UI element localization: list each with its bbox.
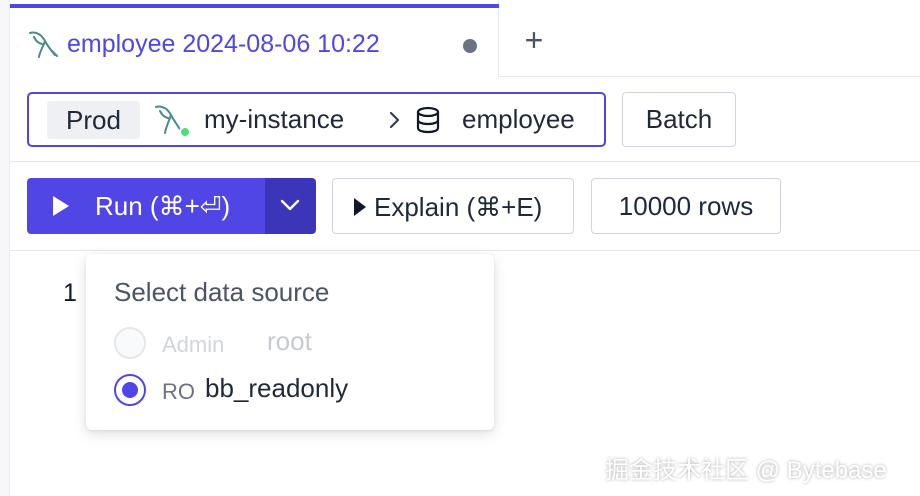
run-label: Run (⌘+⏎) <box>95 191 231 221</box>
data-source-name: root <box>267 326 312 356</box>
explain-button[interactable]: Explain (⌘+E) <box>332 178 574 234</box>
run-options-dropdown-button[interactable] <box>265 178 316 234</box>
connection-selector[interactable]: Prod my-instance employee <box>27 92 606 147</box>
add-tab-button[interactable]: + <box>519 23 549 57</box>
database-icon <box>416 106 440 134</box>
mysql-dolphin-icon <box>29 31 58 58</box>
data-source-type: RO <box>162 379 195 404</box>
instance-name: my-instance <box>204 104 345 134</box>
data-source-type: Admin <box>162 332 225 357</box>
context-bar: Prod my-instance employee Batch <box>10 78 920 162</box>
data-source-option-admin[interactable]: Admin root <box>112 323 472 363</box>
watermark: 掘金技术社区 @ Bytebase <box>605 457 887 484</box>
play-icon <box>354 198 366 216</box>
query-toolbar: Run (⌘+⏎) Explain (⌘+E) 10000 rows <box>10 163 920 251</box>
tab-title: employee 2024-08-06 10:22 <box>67 30 380 58</box>
data-source-menu: Select data source Admin root RO bb_read… <box>86 254 494 430</box>
environment-badge: Prod <box>47 101 140 139</box>
radio-icon[interactable] <box>114 327 146 359</box>
data-source-option-readonly[interactable]: RO bb_readonly <box>112 370 472 410</box>
tab-bar: employee 2024-08-06 10:22 + <box>10 0 920 77</box>
radio-selected-icon[interactable] <box>114 374 146 406</box>
database-name: employee <box>462 104 575 134</box>
line-number: 1 <box>63 279 77 307</box>
tab-employee[interactable]: employee 2024-08-06 10:22 <box>10 0 499 77</box>
batch-button[interactable]: Batch <box>622 92 736 147</box>
instance-status-icon <box>179 126 191 138</box>
menu-title: Select data source <box>114 277 330 307</box>
chevron-right-icon <box>389 111 400 129</box>
play-icon <box>53 196 69 216</box>
run-button[interactable]: Run (⌘+⏎) <box>27 178 265 234</box>
unsaved-indicator-icon <box>463 39 477 53</box>
explain-label: Explain (⌘+E) <box>374 192 543 222</box>
row-limit-button[interactable]: 10000 rows <box>591 178 781 234</box>
data-source-name: bb_readonly <box>205 373 349 403</box>
left-sidebar-edge <box>0 0 10 496</box>
chevron-down-icon <box>280 199 300 211</box>
